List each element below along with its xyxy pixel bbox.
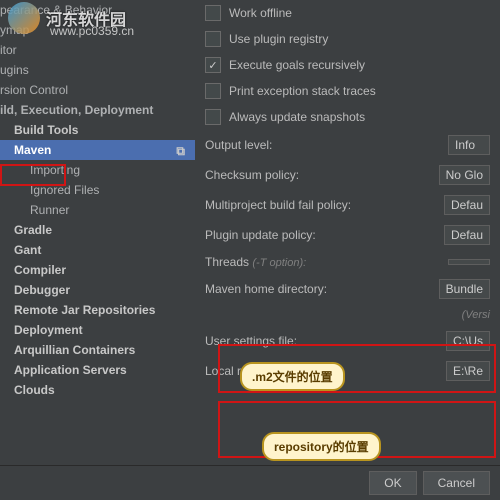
maven-home-select[interactable]: Bundle xyxy=(439,279,490,299)
tree-item-debugger[interactable]: Debugger xyxy=(0,280,195,300)
tree-item-plugins[interactable]: ugins xyxy=(0,60,195,80)
update-snapshots-label: Always update snapshots xyxy=(229,110,365,124)
tree-item-app-servers[interactable]: Application Servers xyxy=(0,360,195,380)
checksum-label: Checksum policy: xyxy=(205,168,299,182)
exception-traces-checkbox[interactable] xyxy=(205,83,221,99)
tree-item-importing[interactable]: Importing xyxy=(0,160,195,180)
fail-policy-label: Multiproject build fail policy: xyxy=(205,198,351,212)
output-level-select[interactable]: Info xyxy=(448,135,490,155)
tree-item-maven-label: Maven xyxy=(14,143,51,157)
tree-item-editor[interactable]: itor xyxy=(0,40,195,60)
tree-item-build-execution[interactable]: ild, Execution, Deployment xyxy=(0,100,195,120)
tree-item-maven[interactable]: Maven ⧉ xyxy=(0,140,195,160)
recursive-checkbox[interactable] xyxy=(205,57,221,73)
threads-hint: (-T option): xyxy=(252,257,306,269)
threads-input[interactable] xyxy=(448,259,490,265)
user-settings-label: User settings file: xyxy=(205,334,297,348)
main-panel: Work offline Use plugin registry Execute… xyxy=(195,0,500,465)
copy-icon[interactable]: ⧉ xyxy=(176,144,185,159)
plugin-registry-checkbox[interactable] xyxy=(205,31,221,47)
dialog-footer: OK Cancel xyxy=(0,465,500,500)
user-settings-input[interactable]: C:\Us xyxy=(446,331,490,351)
plugin-update-label: Plugin update policy: xyxy=(205,228,316,242)
local-repo-input[interactable]: E:\Re xyxy=(446,361,490,381)
ok-button[interactable]: OK xyxy=(369,471,416,495)
tree-item-arquillian[interactable]: Arquillian Containers xyxy=(0,340,195,360)
tree-item-clouds[interactable]: Clouds xyxy=(0,380,195,400)
cancel-button[interactable]: Cancel xyxy=(423,471,490,495)
plugin-update-select[interactable]: Defau xyxy=(444,225,490,245)
settings-tree: pearance & Behavior ymap itor ugins rsio… xyxy=(0,0,195,465)
callout-m2-location: .m2文件的位置 xyxy=(240,362,345,391)
tree-item-appearance[interactable]: pearance & Behavior xyxy=(0,0,195,20)
work-offline-label: Work offline xyxy=(229,6,292,20)
tree-item-gant[interactable]: Gant xyxy=(0,240,195,260)
update-snapshots-checkbox[interactable] xyxy=(205,109,221,125)
threads-label: Threads xyxy=(205,255,249,269)
work-offline-checkbox[interactable] xyxy=(205,5,221,21)
tree-item-deployment[interactable]: Deployment xyxy=(0,320,195,340)
recursive-label: Execute goals recursively xyxy=(229,58,365,72)
watermark-url: www.pc0359.cn xyxy=(50,24,134,38)
fail-policy-select[interactable]: Defau xyxy=(444,195,490,215)
tree-item-build-tools[interactable]: Build Tools xyxy=(0,120,195,140)
tree-item-compiler[interactable]: Compiler xyxy=(0,260,195,280)
tree-item-version-control[interactable]: rsion Control xyxy=(0,80,195,100)
checksum-select[interactable]: No Glo xyxy=(439,165,490,185)
maven-home-label: Maven home directory: xyxy=(205,282,327,296)
maven-version-hint: (Versi xyxy=(462,309,490,321)
callout-repo-location: repository的位置 xyxy=(262,432,381,461)
plugin-registry-label: Use plugin registry xyxy=(229,32,328,46)
tree-item-gradle[interactable]: Gradle xyxy=(0,220,195,240)
tree-item-remote-jar[interactable]: Remote Jar Repositories xyxy=(0,300,195,320)
tree-item-runner[interactable]: Runner xyxy=(0,200,195,220)
tree-item-ignored-files[interactable]: Ignored Files xyxy=(0,180,195,200)
output-level-label: Output level: xyxy=(205,138,272,152)
exception-traces-label: Print exception stack traces xyxy=(229,84,376,98)
